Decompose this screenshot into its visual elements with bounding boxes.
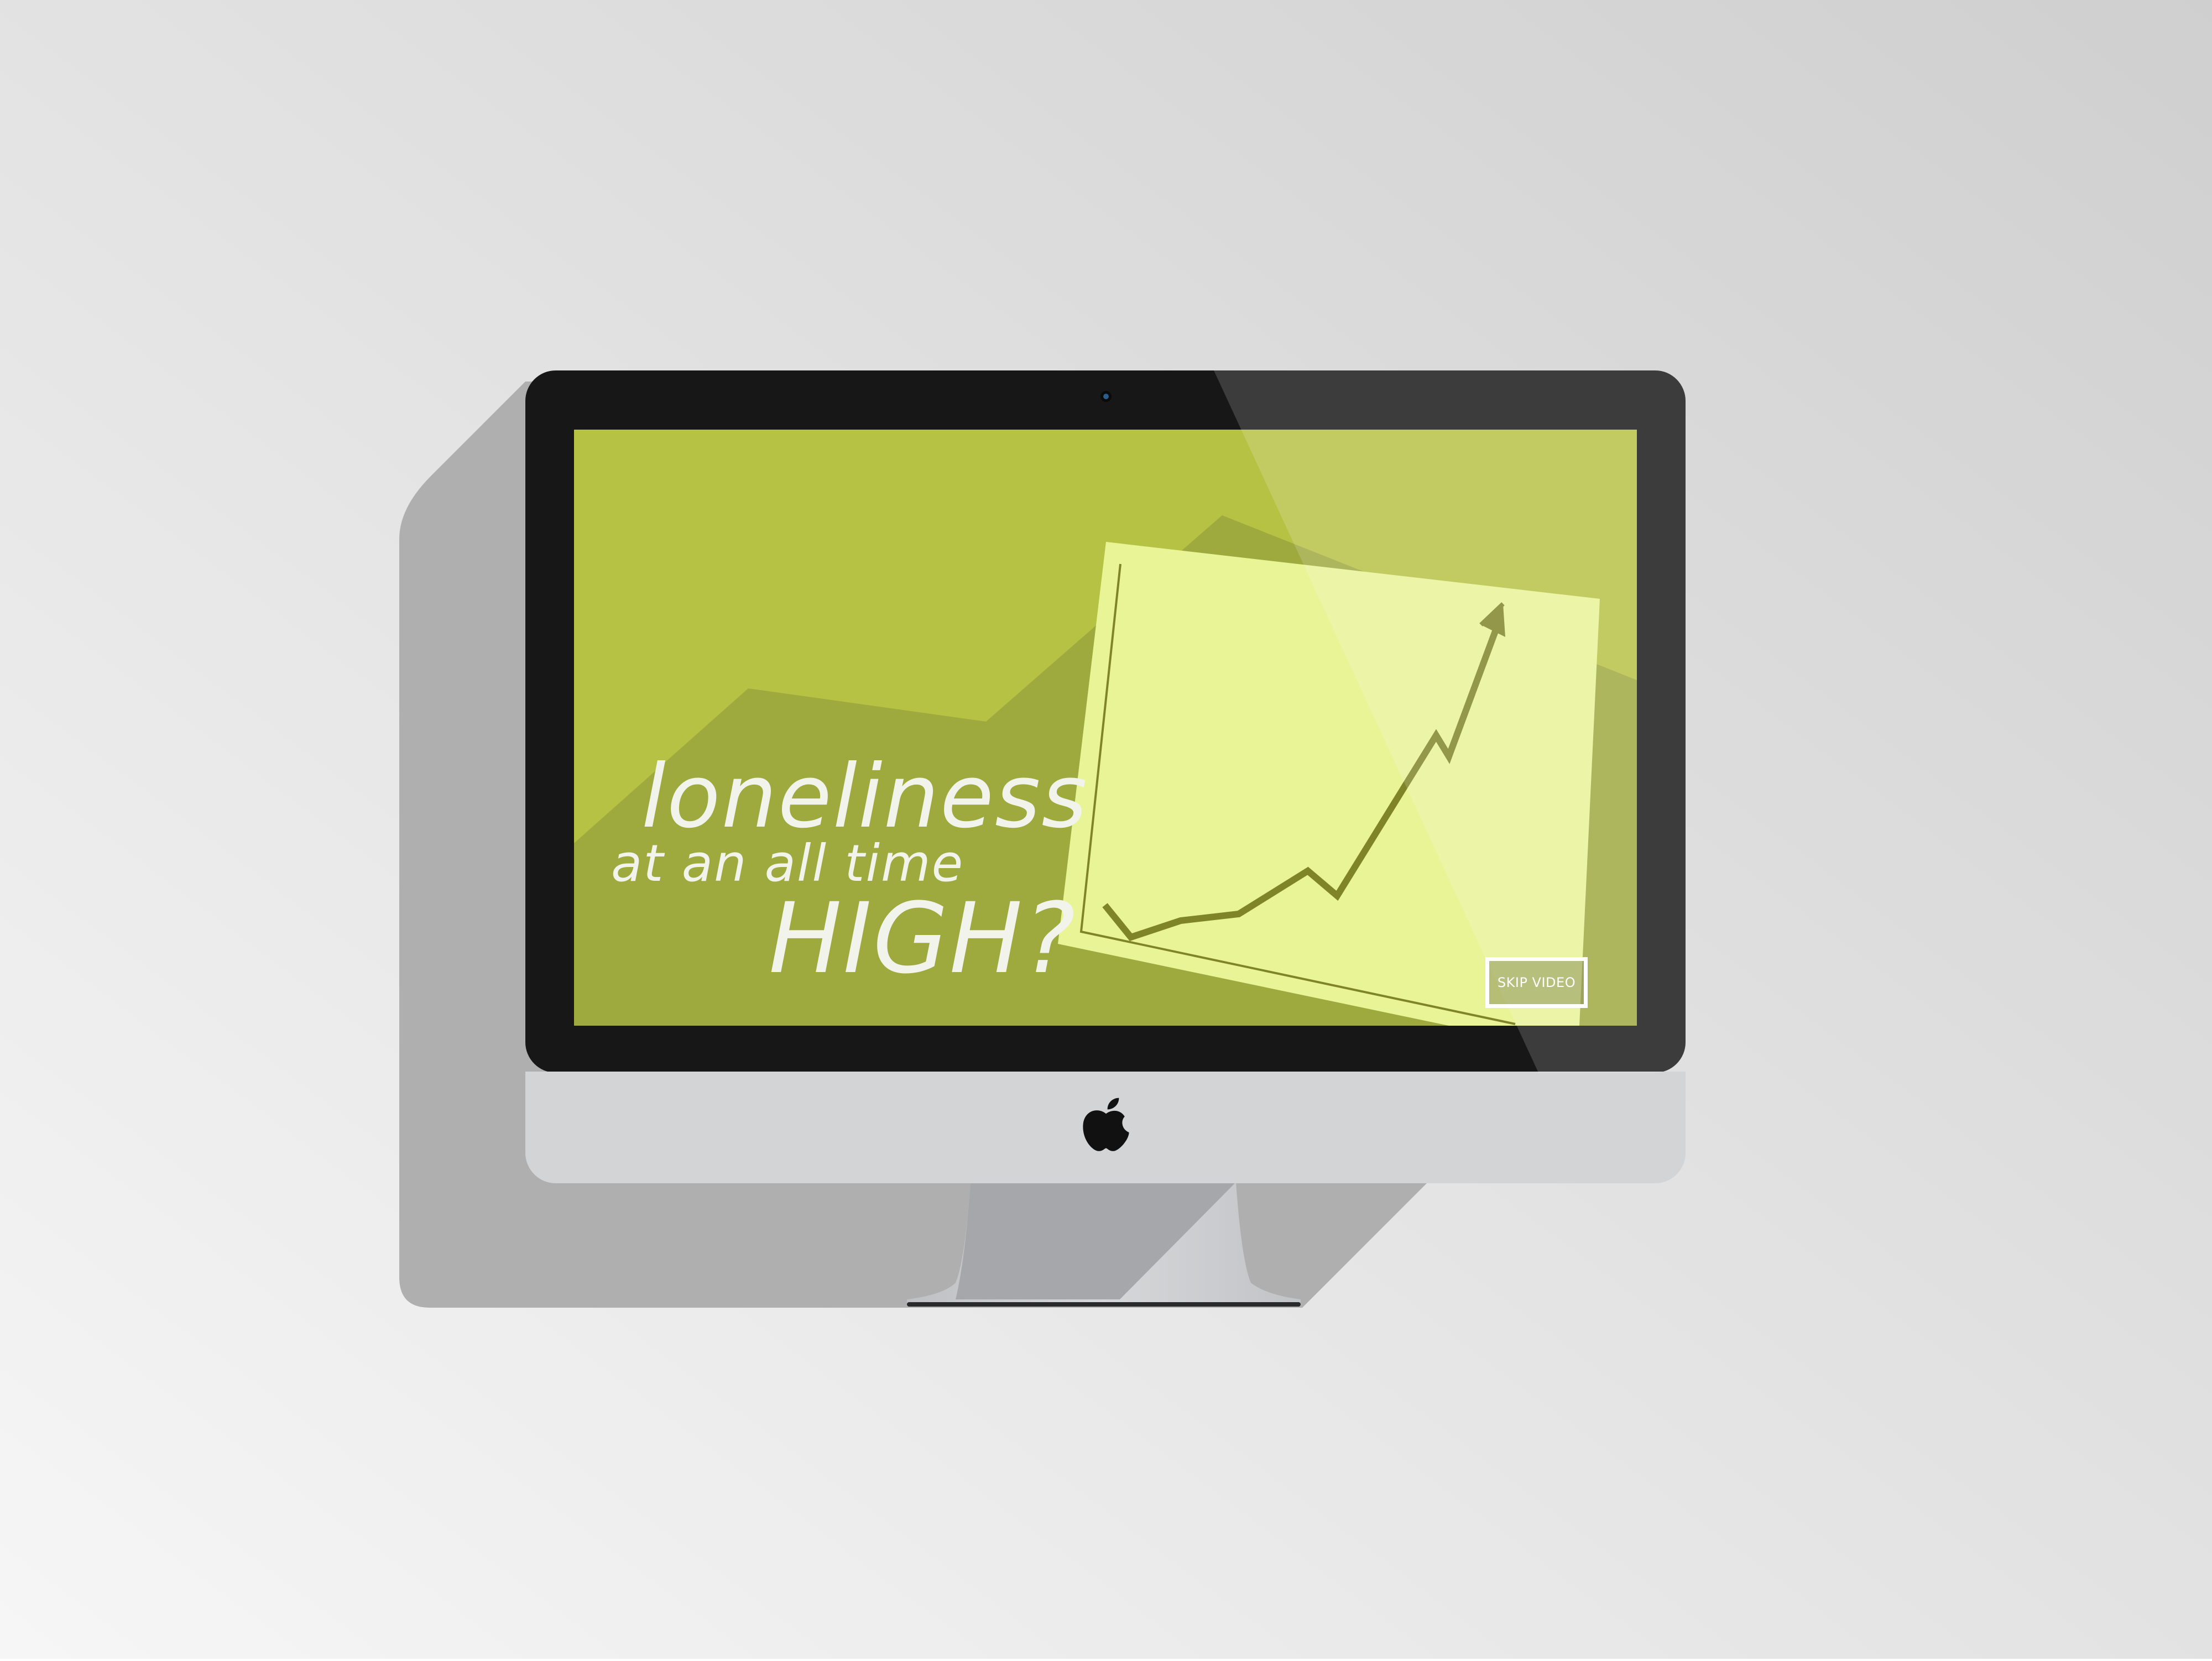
desktop-mockup: loneliness at an all time HIGH? SKIP VID… (0, 0, 2212, 1659)
headline-high: HIGH? (769, 882, 1077, 995)
stand-base-edge (907, 1302, 1301, 1307)
mockup-illustration (0, 0, 2212, 1659)
skip-video-button[interactable]: SKIP VIDEO (1485, 957, 1588, 1008)
headline-loneliness: loneliness (641, 746, 1088, 848)
webcam-icon (1100, 391, 1112, 402)
